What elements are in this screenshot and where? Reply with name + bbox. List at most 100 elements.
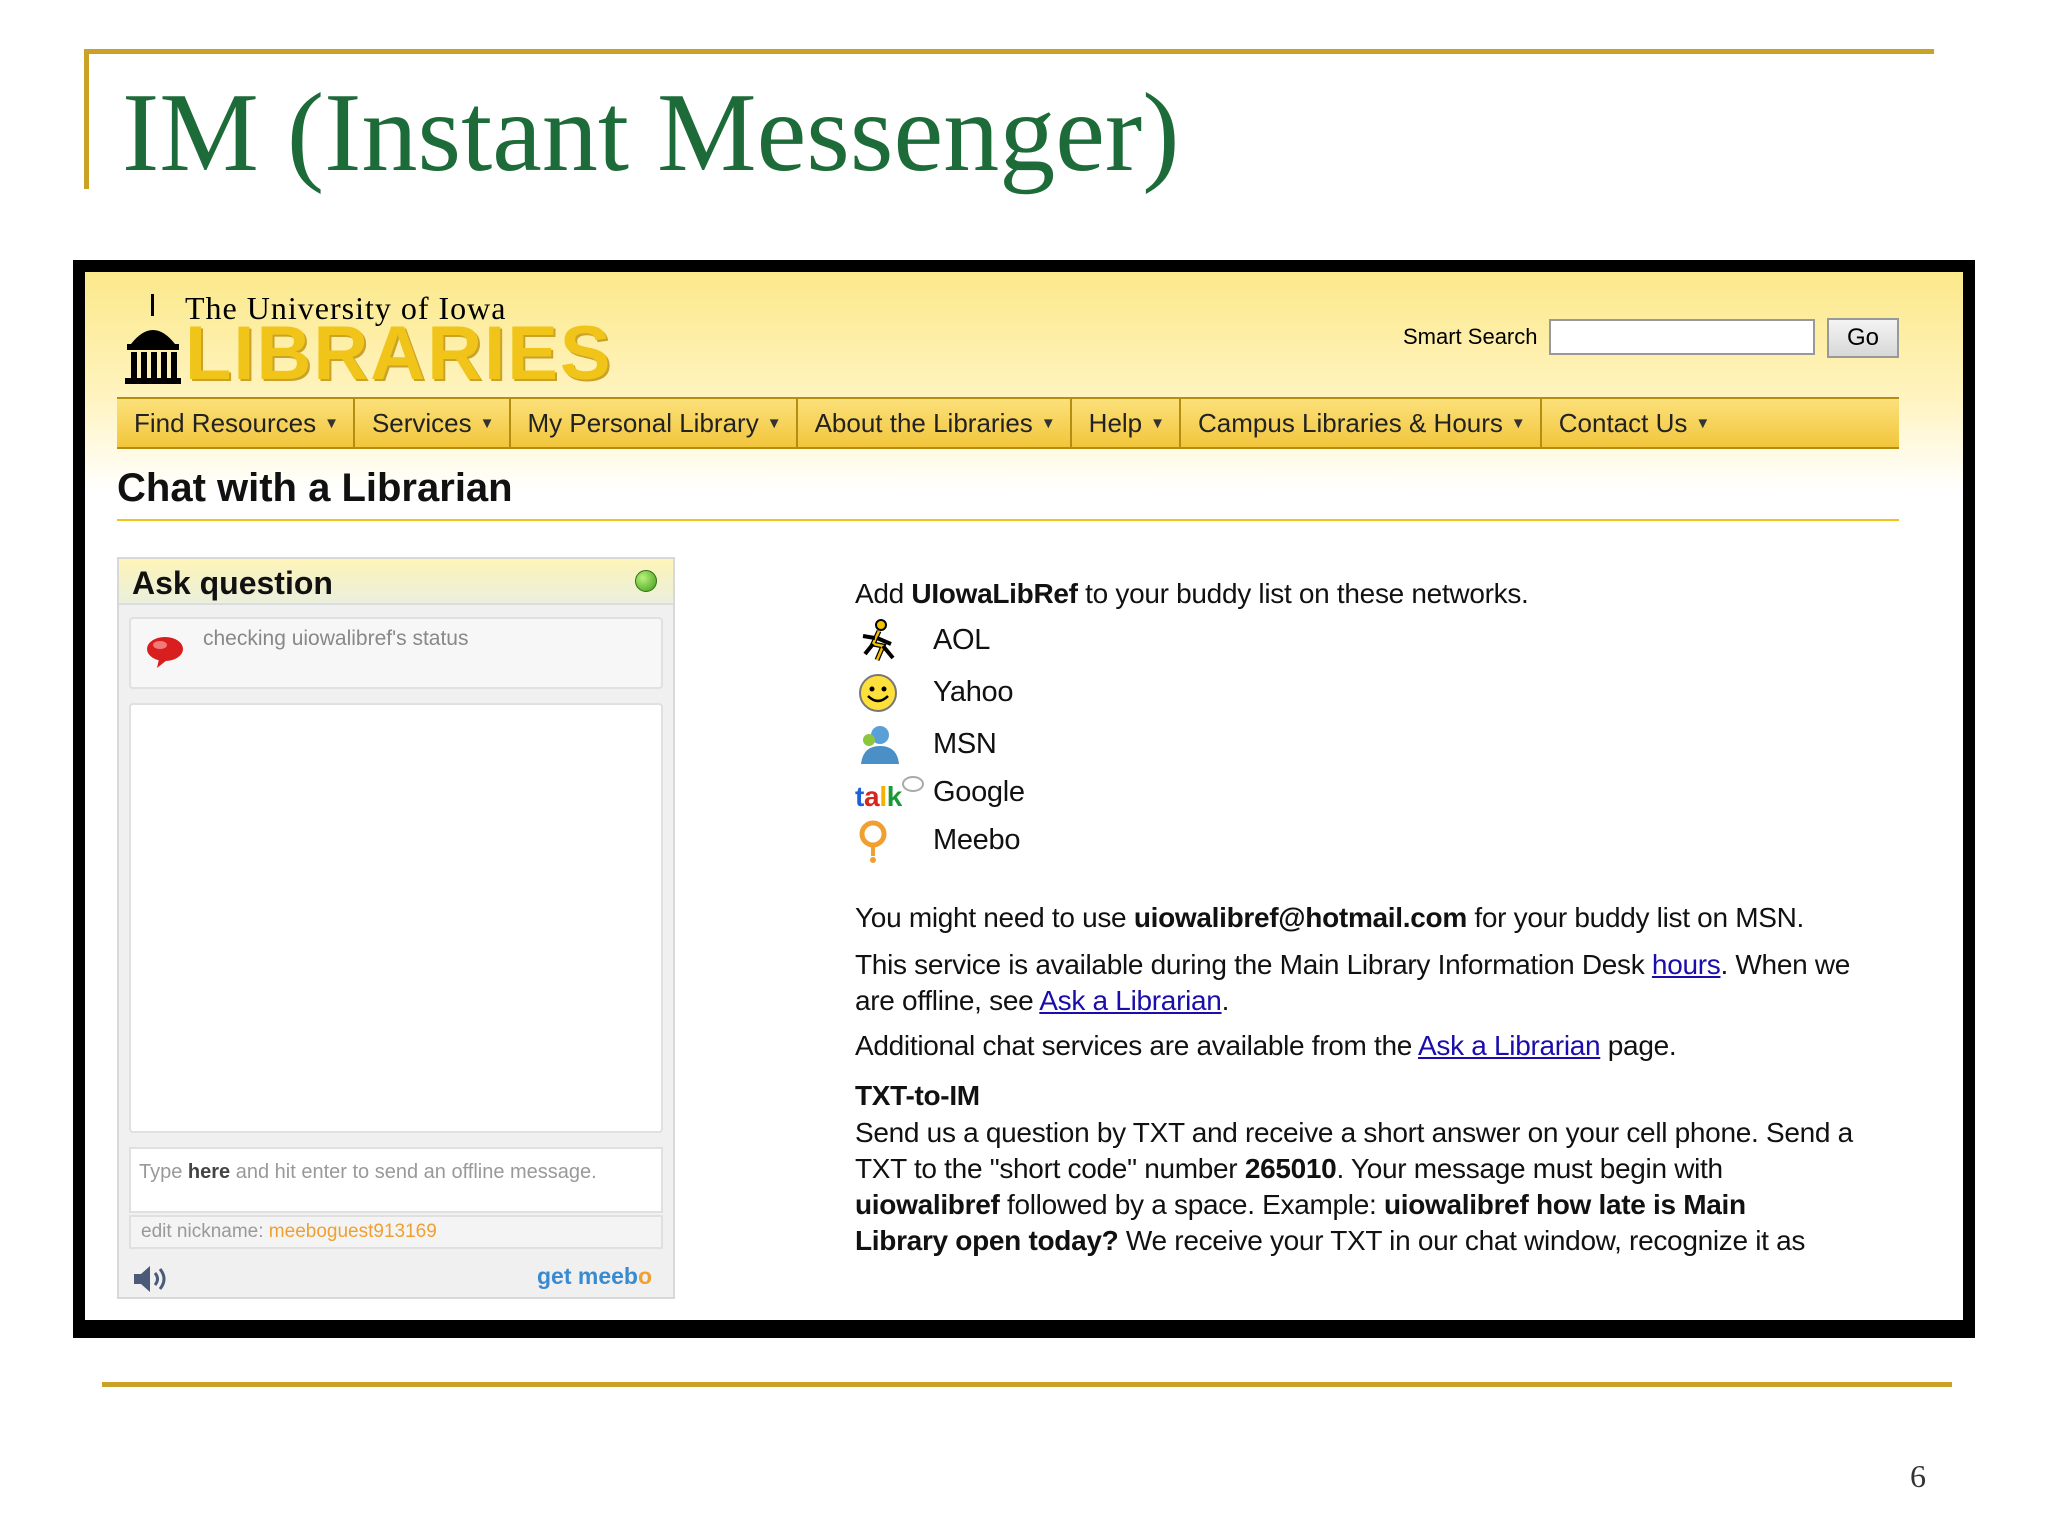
- network-google: talk Google: [855, 770, 1255, 816]
- logo-libraries-text: LIBRARIES: [185, 311, 613, 396]
- meebo-icon: [859, 820, 887, 863]
- speech-bubble-icon: [147, 637, 183, 668]
- caret-down-icon: ▼: [1040, 414, 1056, 432]
- nav-find-resources[interactable]: Find Resources ▼: [117, 399, 355, 447]
- nav-services[interactable]: Services ▼: [355, 399, 511, 447]
- heading-divider: [117, 519, 1899, 521]
- additional-services: Additional chat services are available f…: [855, 1030, 1677, 1062]
- ask-a-librarian-link[interactable]: Ask a Librarian: [1039, 985, 1222, 1016]
- nav-contact-us[interactable]: Contact Us ▼: [1542, 399, 1724, 447]
- screen-name: UIowaLibRef: [911, 578, 1078, 609]
- google-talk-icon: talk: [855, 776, 924, 812]
- network-aol: AOL: [855, 618, 1255, 664]
- txt-keyword: uiowalibref: [855, 1189, 1000, 1220]
- short-code: 265010: [1244, 1153, 1337, 1184]
- left-rule: [84, 49, 89, 189]
- nav-label: Help: [1088, 407, 1143, 438]
- network-msn: MSN: [855, 722, 1255, 768]
- network-yahoo: Yahoo: [855, 670, 1255, 716]
- message-input[interactable]: Type here and hit enter to send an offli…: [129, 1147, 663, 1213]
- caret-down-icon: ▼: [766, 414, 782, 432]
- ask-a-librarian-page-link[interactable]: Ask a Librarian: [1418, 1030, 1601, 1061]
- widget-header: Ask question: [119, 559, 673, 605]
- nav-label: Services: [371, 407, 472, 438]
- nickname-value: meeboguest913169: [268, 1221, 437, 1242]
- msn-icon: [861, 726, 899, 764]
- nav-help[interactable]: Help ▼: [1072, 399, 1182, 447]
- top-rule: [84, 49, 1934, 54]
- hours-link[interactable]: hours: [1652, 949, 1721, 980]
- screenshot-frame: The University of Iowa LIBRARIES Smart S…: [73, 260, 1975, 1338]
- nickname-row[interactable]: edit nickname: meeboguest913169: [129, 1215, 663, 1249]
- availability-text: . When we: [1720, 949, 1851, 980]
- txt-text: . Your message must begin with: [1336, 1153, 1723, 1184]
- get-meebo-link[interactable]: get meebo: [537, 1263, 652, 1290]
- caret-down-icon: ▼: [1695, 414, 1711, 432]
- slide-title: IM (Instant Messenger): [122, 71, 1180, 195]
- additional-text-end: page.: [1600, 1030, 1677, 1061]
- network-label: AOL: [933, 624, 991, 656]
- online-status-icon: [635, 570, 657, 592]
- main-nav: Find Resources ▼ Services ▼ My Personal Li…: [117, 397, 1899, 449]
- msn-note-text: You might need to use: [855, 902, 1134, 933]
- intro-text: Add: [855, 578, 912, 609]
- txt-example: uiowalibref how late is Main: [1383, 1189, 1746, 1220]
- availability-text: are offline, see: [855, 985, 1040, 1016]
- input-hint-bold: here: [187, 1161, 231, 1183]
- meebo-brand-o: o: [637, 1263, 653, 1289]
- txt-text: followed by a space. Example:: [999, 1189, 1384, 1220]
- smart-search-input[interactable]: [1549, 319, 1815, 355]
- nav-label: About the Libraries: [814, 407, 1033, 438]
- libraries-logo[interactable]: The University of Iowa LIBRARIES: [123, 288, 611, 392]
- txt-text: We receive your TXT in our chat window, …: [1118, 1225, 1806, 1256]
- caret-down-icon: ▼: [324, 414, 339, 432]
- input-hint-suffix: and hit enter to send an offline message…: [230, 1161, 597, 1183]
- nav-label: My Personal Library: [527, 407, 759, 438]
- speaker-icon[interactable]: [131, 1263, 171, 1295]
- slide-number: 6: [1910, 1458, 1926, 1494]
- yahoo-icon: [859, 674, 897, 712]
- msn-address: uiowalibref@hotmail.com: [1133, 902, 1467, 933]
- caret-down-icon: ▼: [1150, 414, 1166, 432]
- availability-text: .: [1221, 985, 1230, 1016]
- network-label: Google: [933, 776, 1025, 808]
- bottom-rule: [102, 1382, 1952, 1387]
- buddy-list-intro: Add UIowaLibRef to your buddy list on th…: [855, 578, 1529, 610]
- msn-note-end: for your buddy list on MSN.: [1466, 902, 1804, 933]
- nav-campus-libraries-hours[interactable]: Campus Libraries & Hours ▼: [1181, 399, 1542, 447]
- page-heading: Chat with a Librarian: [117, 466, 513, 510]
- meebo-brand-text: meeb: [577, 1263, 638, 1289]
- svg-text:talk: talk: [855, 781, 903, 812]
- txt-to-im-paragraph: Send us a question by TXT and receive a …: [855, 1115, 1915, 1259]
- network-meebo: Meebo: [855, 818, 1255, 864]
- status-box: checking uiowalibref's status: [129, 617, 663, 689]
- caret-down-icon: ▼: [479, 414, 495, 432]
- availability-paragraph: This service is available during the Mai…: [855, 947, 1915, 1019]
- txt-text: TXT to the "short code" number: [855, 1153, 1245, 1184]
- nav-label: Campus Libraries & Hours: [1198, 407, 1503, 438]
- get-meebo-text: get: [537, 1263, 572, 1289]
- intro-text-end: to your buddy list on these networks.: [1077, 578, 1529, 609]
- nav-about-the-libraries[interactable]: About the Libraries ▼: [798, 399, 1072, 447]
- network-label: Meebo: [933, 824, 1021, 856]
- go-button[interactable]: Go: [1827, 318, 1899, 358]
- nav-label: Contact Us: [1558, 407, 1688, 438]
- network-label: MSN: [933, 728, 997, 760]
- txt-example-end: Library open today?: [855, 1225, 1119, 1256]
- old-capitol-icon: [125, 294, 181, 384]
- additional-text: Additional chat services are available f…: [855, 1030, 1419, 1061]
- nav-my-personal-library[interactable]: My Personal Library ▼: [511, 399, 798, 447]
- availability-text: This service is available during the Mai…: [855, 949, 1652, 980]
- caret-down-icon: ▼: [1510, 414, 1526, 432]
- aol-icon: [862, 619, 895, 661]
- nickname-label: edit nickname:: [141, 1221, 269, 1242]
- status-text: checking uiowalibref's status: [203, 627, 469, 650]
- smart-search-label: Smart Search: [1403, 324, 1538, 349]
- network-label: Yahoo: [933, 676, 1014, 708]
- meebo-chat-widget: Ask question checking uiowalibref's stat…: [117, 557, 675, 1299]
- widget-title: Ask question: [132, 565, 333, 601]
- txt-text: Send us a question by TXT and receive a …: [855, 1117, 1853, 1148]
- chat-transcript[interactable]: [129, 703, 663, 1133]
- nav-label: Find Resources: [134, 407, 317, 438]
- input-hint-prefix: Type: [139, 1161, 188, 1183]
